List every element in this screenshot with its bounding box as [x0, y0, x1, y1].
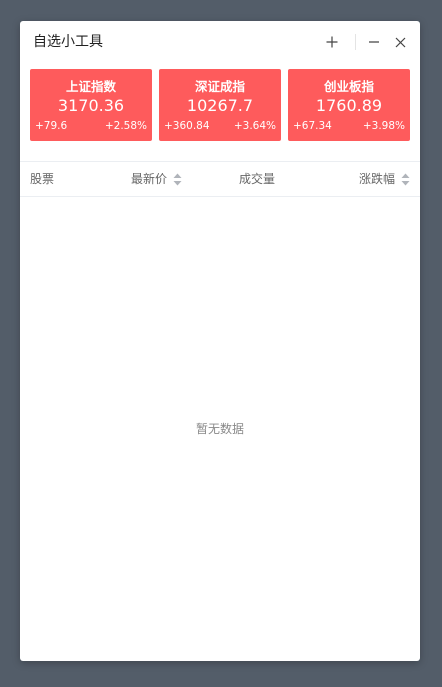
- index-percent: +2.58%: [104, 120, 147, 132]
- column-header-stock: 股票: [30, 171, 54, 187]
- index-card-shanghai[interactable]: 上证指数 3170.36 +79.6 +2.58%: [30, 69, 152, 141]
- index-value: 10267.7: [186, 96, 254, 115]
- add-button[interactable]: [322, 32, 342, 52]
- close-button[interactable]: [390, 32, 410, 52]
- index-name: 上证指数: [65, 79, 116, 94]
- column-label: 涨跌幅: [358, 172, 395, 186]
- close-icon: [395, 37, 405, 47]
- minimize-button[interactable]: [364, 32, 384, 52]
- sort-icon: [173, 173, 182, 185]
- titlebar: 自选小工具: [20, 21, 420, 65]
- plus-icon: [326, 36, 338, 48]
- window-title: 自选小工具: [33, 34, 103, 50]
- column-label: 成交量: [239, 172, 276, 186]
- column-header-change[interactable]: 涨跌幅: [359, 171, 410, 187]
- index-name: 创业板指: [323, 79, 374, 94]
- index-card-chinext[interactable]: 创业板指 1760.89 +67.34 +3.98%: [288, 69, 410, 141]
- titlebar-divider: [355, 34, 356, 50]
- index-value: 1760.89: [315, 96, 383, 115]
- column-header-volume: 成交量: [239, 171, 275, 187]
- column-header-price[interactable]: 最新价: [131, 171, 182, 187]
- index-value: 3170.36: [57, 96, 125, 115]
- empty-state-text: 暂无数据: [195, 422, 244, 436]
- minus-icon: [369, 41, 379, 43]
- sort-icon: [401, 173, 410, 185]
- column-label: 股票: [30, 172, 55, 186]
- table-header: 股票 最新价 成交量 涨跌幅: [20, 161, 420, 197]
- index-percent: +3.98%: [362, 120, 405, 132]
- column-label: 最新价: [131, 172, 168, 186]
- index-cards: 上证指数 3170.36 +79.6 +2.58% 深证成指 10267.7 +…: [30, 69, 410, 141]
- index-change: +79.6: [35, 120, 68, 132]
- index-percent: +3.64%: [233, 120, 276, 132]
- widget-window: 自选小工具 上证指数 3170.36 +79.6 +2.58% 深证成指 102…: [20, 21, 420, 661]
- index-change: +67.34: [293, 120, 332, 132]
- index-change: +360.84: [164, 120, 210, 132]
- index-name: 深证成指: [194, 79, 245, 94]
- index-card-shenzhen[interactable]: 深证成指 10267.7 +360.84 +3.64%: [159, 69, 281, 141]
